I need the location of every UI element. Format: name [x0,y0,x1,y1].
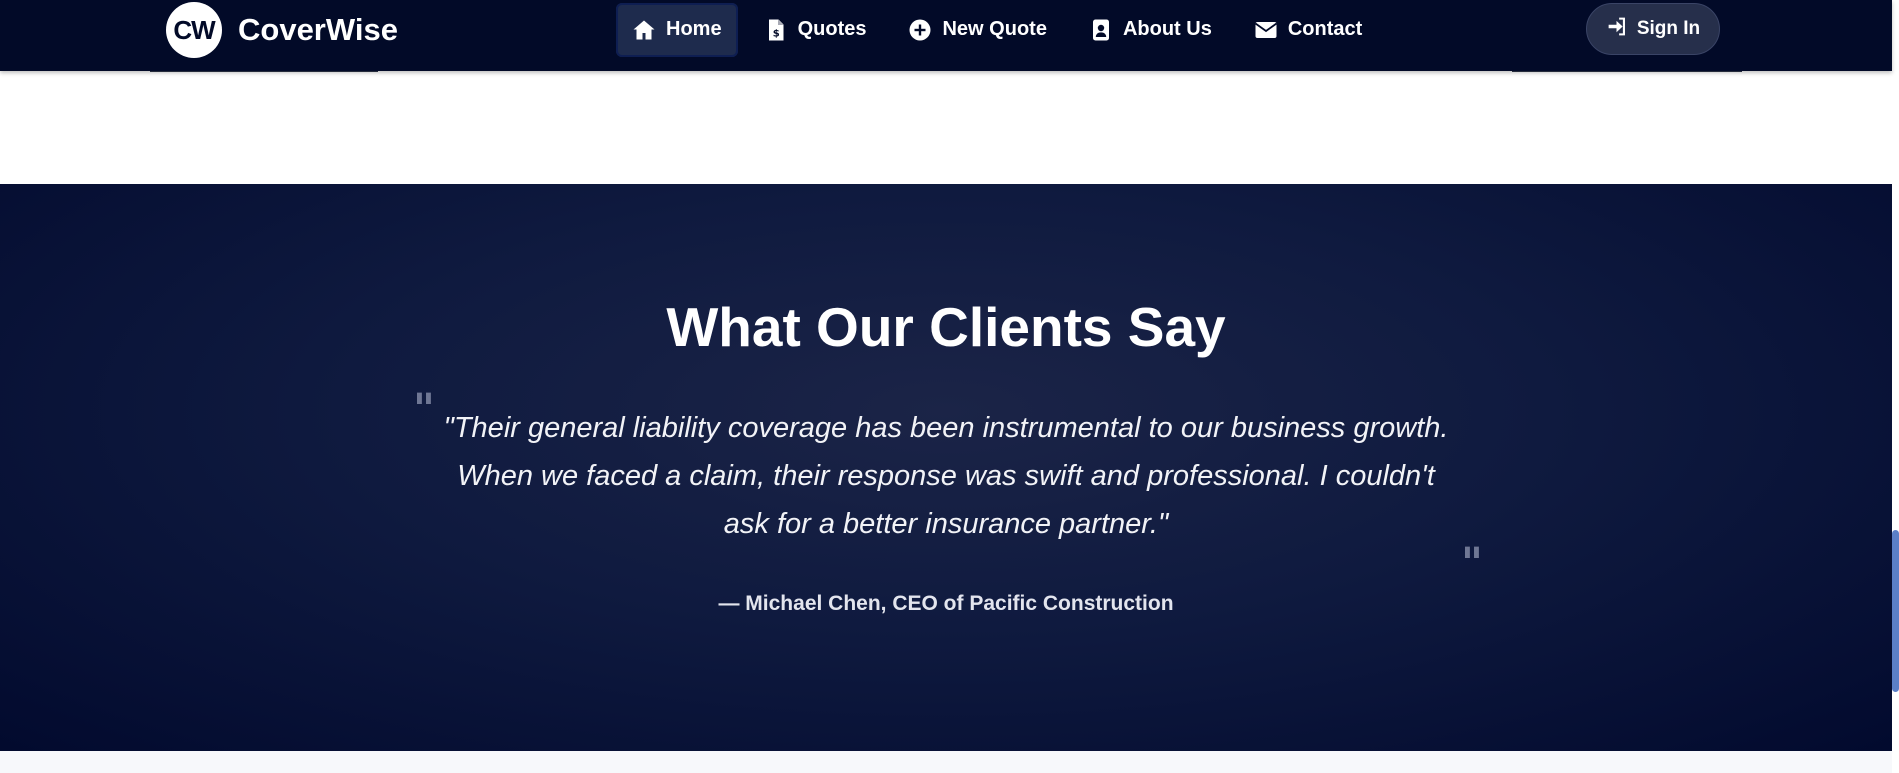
nav-item-contact[interactable]: Contact [1238,3,1378,57]
nav-item-new-quote[interactable]: New Quote [892,3,1062,57]
home-icon [632,18,656,42]
svg-text:$: $ [772,28,779,39]
nav-item-label: About Us [1122,18,1212,40]
brand-link[interactable]: CW CoverWise [166,2,398,58]
card-edge [1512,71,1742,72]
brand-name: CoverWise [238,12,398,47]
section-title: What Our Clients Say [666,296,1226,358]
sign-in-label: Sign In [1636,18,1701,39]
nav-item-quotes[interactable]: $ Quotes [748,3,883,57]
sign-in-button[interactable]: Sign In [1586,3,1720,55]
testimonial-quote: "Their general liability coverage has be… [443,412,1449,540]
navbar: CW CoverWise Home $ Quotes New Quote Abo… [0,0,1892,71]
open-quote-mark: " [413,384,435,433]
nav-item-label: New Quote [942,18,1047,40]
cards-strip [0,71,1892,184]
invoice-dollar-icon: $ [764,18,788,42]
id-badge-icon [1089,18,1113,42]
testimonials-section: What Our Clients Say " "Their general li… [0,184,1892,751]
brand-logo: CW [166,2,222,58]
nav-links: Home $ Quotes New Quote About Us Contact [616,0,1388,59]
envelope-icon [1254,18,1278,42]
nav-item-home[interactable]: Home [616,2,738,57]
card-edge [150,71,378,72]
plus-circle-icon [908,18,932,42]
nav-item-label: Quotes [797,18,867,40]
nav-item-label: Home [666,18,722,40]
testimonial-author: — Michael Chen, CEO of Pacific Construct… [718,592,1174,615]
scrollbar[interactable] [1892,0,1899,773]
next-section-edge [0,751,1892,773]
nav-item-label: Contact [1287,18,1363,40]
close-quote-mark: " [1461,538,1483,587]
nav-item-about[interactable]: About Us [1073,3,1228,57]
scrollbar-thumb[interactable] [1892,530,1899,692]
sign-in-icon [1606,16,1627,43]
page: CW CoverWise Home $ Quotes New Quote Abo… [0,0,1899,773]
